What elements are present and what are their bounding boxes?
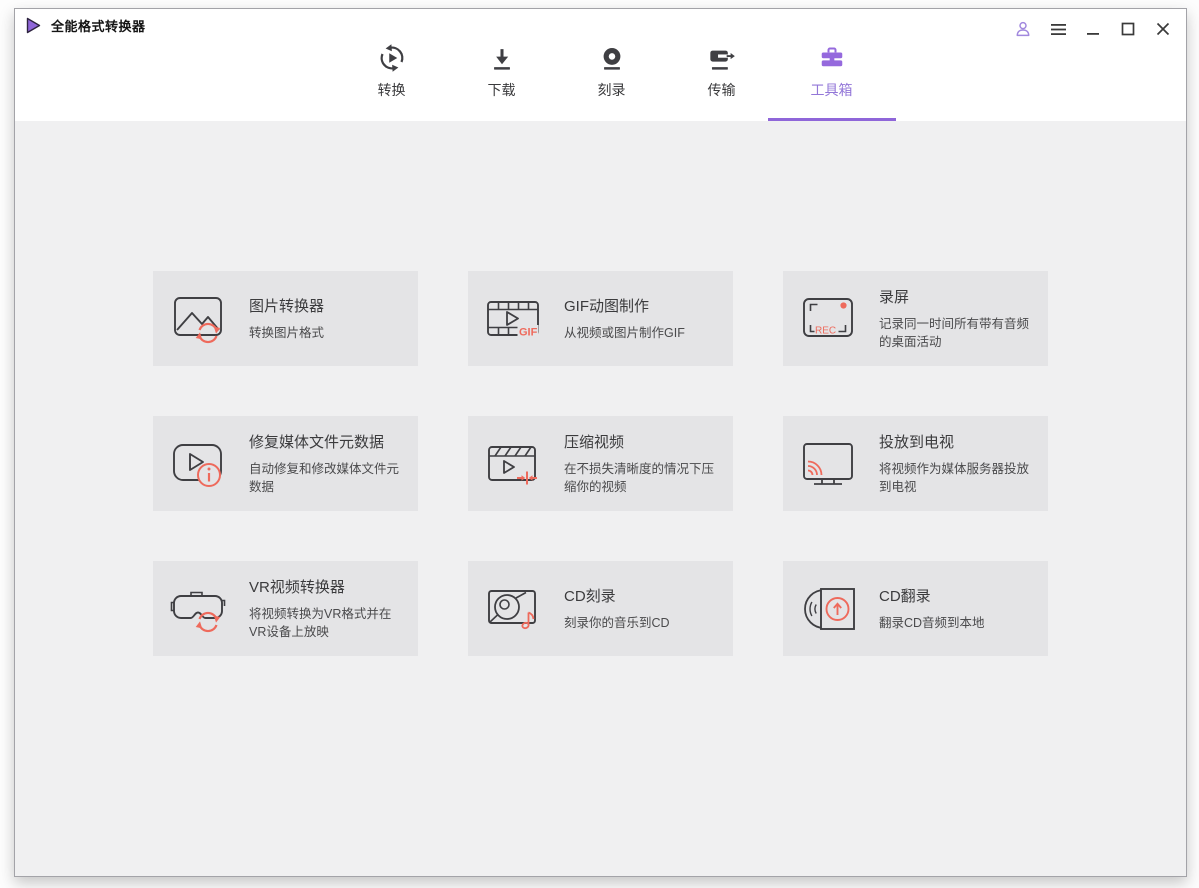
main-nav: 转换 下载 刻录 传输 工具箱 <box>344 39 896 121</box>
header: 全能格式转换器 转换 下载 刻录 传输 工具箱 <box>15 9 1186 121</box>
download-icon <box>488 39 516 73</box>
card-desc: 将视频作为媒体服务器投放到电视 <box>879 462 1030 494</box>
gif-maker-icon: GIF <box>483 289 543 349</box>
close-icon[interactable] <box>1152 18 1174 40</box>
card-title: 图片转换器 <box>249 297 325 315</box>
card-image-converter[interactable]: 图片转换器 转换图片格式 <box>153 271 418 366</box>
svg-text:REC: REC <box>815 325 836 336</box>
card-title: CD刻录 <box>564 587 616 605</box>
card-text: 录屏 记录同一时间所有带有音频的桌面活动 <box>879 286 1038 351</box>
toolbox-grid: 图片转换器 转换图片格式 GIF GIF动图制作 从视频或图片制作GIF REC… <box>153 271 1048 656</box>
card-fix-metadata[interactable]: 修复媒体文件元数据 自动修复和修改媒体文件元数据 <box>153 416 418 511</box>
card-cast-to-tv[interactable]: 投放到电视 将视频作为媒体服务器投放到电视 <box>783 416 1048 511</box>
card-desc: 自动修复和修改媒体文件元数据 <box>249 462 400 494</box>
menu-icon[interactable] <box>1047 18 1069 40</box>
card-text: 压缩视频 在不损失清晰度的情况下压缩你的视频 <box>564 431 723 496</box>
tab-label: 下载 <box>487 82 516 98</box>
tab-label: 工具箱 <box>810 82 853 98</box>
tab-convert[interactable]: 转换 <box>344 39 440 121</box>
card-title: CD翻录 <box>879 587 931 605</box>
card-compress-video[interactable]: 压缩视频 在不损失清晰度的情况下压缩你的视频 <box>468 416 733 511</box>
card-desc: 从视频或图片制作GIF <box>564 325 685 340</box>
burn-icon <box>598 39 626 73</box>
card-text: 图片转换器 转换图片格式 <box>249 295 408 342</box>
card-text: 投放到电视 将视频作为媒体服务器投放到电视 <box>879 431 1038 496</box>
tab-burn[interactable]: 刻录 <box>564 39 660 121</box>
convert-icon <box>377 39 407 73</box>
card-desc: 将视频转换为VR格式并在VR设备上放映 <box>249 607 392 639</box>
transfer-icon <box>707 39 737 73</box>
card-desc: 翻录CD音频到本地 <box>879 615 985 630</box>
screen-record-icon: REC <box>798 289 858 349</box>
toolbox-icon <box>817 39 847 73</box>
tab-download[interactable]: 下载 <box>454 39 550 121</box>
app-title: 全能格式转换器 <box>51 19 146 34</box>
window-controls <box>1012 18 1174 40</box>
card-cd-rip[interactable]: CD翻录 翻录CD音频到本地 <box>783 561 1048 656</box>
tab-label: 传输 <box>707 82 736 98</box>
card-cd-burn[interactable]: CD刻录 刻录你的音乐到CD <box>468 561 733 656</box>
fix-metadata-icon <box>168 434 228 494</box>
card-title: GIF动图制作 <box>564 297 649 315</box>
cast-to-tv-icon <box>798 434 858 494</box>
card-title: 投放到电视 <box>879 434 955 452</box>
card-title: 修复媒体文件元数据 <box>249 434 385 452</box>
card-desc: 记录同一时间所有带有音频的桌面活动 <box>879 317 1030 349</box>
card-text: 修复媒体文件元数据 自动修复和修改媒体文件元数据 <box>249 431 408 496</box>
card-title: 压缩视频 <box>564 434 625 452</box>
card-title: VR视频转换器 <box>249 579 345 597</box>
card-desc: 转换图片格式 <box>249 325 325 340</box>
card-text: GIF动图制作 从视频或图片制作GIF <box>564 295 723 342</box>
minimize-icon[interactable] <box>1082 18 1104 40</box>
card-text: CD刻录 刻录你的音乐到CD <box>564 585 723 632</box>
maximize-icon[interactable] <box>1117 18 1139 40</box>
account-icon[interactable] <box>1012 18 1034 40</box>
card-text: VR视频转换器 将视频转换为VR格式并在VR设备上放映 <box>249 576 408 641</box>
titlebar: 全能格式转换器 <box>25 16 146 35</box>
card-gif-maker[interactable]: GIF GIF动图制作 从视频或图片制作GIF <box>468 271 733 366</box>
card-vr-converter[interactable]: VR视频转换器 将视频转换为VR格式并在VR设备上放映 <box>153 561 418 656</box>
vr-converter-icon <box>168 579 228 639</box>
tab-transfer[interactable]: 传输 <box>674 39 770 121</box>
compress-video-icon <box>483 434 543 494</box>
tab-label: 转换 <box>377 82 406 98</box>
cd-rip-icon <box>798 579 858 639</box>
tab-label: 刻录 <box>597 82 626 98</box>
card-desc: 刻录你的音乐到CD <box>564 615 670 630</box>
image-converter-icon <box>168 289 228 349</box>
card-text: CD翻录 翻录CD音频到本地 <box>879 585 1038 632</box>
tab-toolbox[interactable]: 工具箱 <box>767 39 896 121</box>
card-screen-record[interactable]: REC 录屏 记录同一时间所有带有音频的桌面活动 <box>783 271 1048 366</box>
app-logo-play-icon <box>25 17 42 34</box>
card-title: 录屏 <box>879 289 910 307</box>
app-window: 全能格式转换器 转换 下载 刻录 传输 工具箱 图片转换器 转换图片格式 GIF… <box>14 8 1187 877</box>
svg-text:GIF: GIF <box>519 326 538 338</box>
card-desc: 在不损失清晰度的情况下压缩你的视频 <box>564 462 715 494</box>
cd-burn-icon <box>483 579 543 639</box>
